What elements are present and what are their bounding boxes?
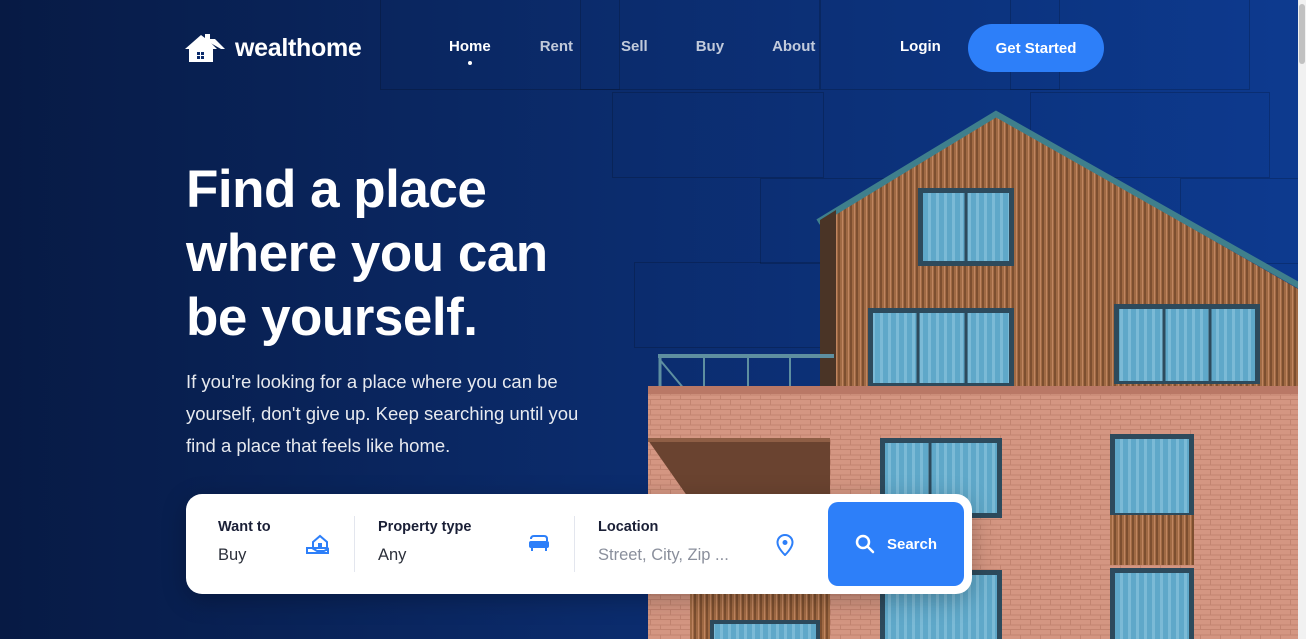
want-to-label: Want to	[218, 519, 271, 535]
main-nav: Home Rent Sell Buy About	[449, 38, 815, 55]
hero-subtext: If you're looking for a place where you …	[186, 366, 626, 462]
subtext-line: yourself, don't give up. Keep searching …	[186, 403, 579, 424]
search-icon	[855, 534, 875, 554]
field-divider	[574, 516, 575, 572]
sofa-icon	[529, 535, 549, 551]
headline-line: Find a place	[186, 160, 487, 219]
property-type-label: Property type	[378, 519, 472, 535]
property-type-field[interactable]: Property type Any	[378, 494, 550, 594]
property-type-value: Any	[378, 546, 407, 564]
nav-item-rent[interactable]: Rent	[540, 38, 573, 55]
scrollbar-thumb[interactable]	[1299, 4, 1305, 64]
hero-headline: Find a place where you can be yourself.	[186, 158, 646, 350]
nav-item-about[interactable]: About	[772, 38, 815, 55]
brand-name: wealthome	[235, 33, 362, 62]
want-to-value: Buy	[218, 546, 247, 564]
nav-item-buy[interactable]: Buy	[696, 38, 724, 55]
subtext-line: If you're looking for a place where you …	[186, 371, 558, 392]
map-pin-icon	[776, 534, 794, 556]
location-input[interactable]: Street, City, Zip ...	[598, 546, 729, 565]
want-to-field[interactable]: Want to Buy	[218, 494, 329, 594]
brand-logo[interactable]: wealthome	[185, 33, 362, 63]
field-divider	[354, 516, 355, 572]
search-button-label: Search	[886, 535, 938, 553]
subtext-line: find a place that feels like home.	[186, 435, 451, 456]
search-button[interactable]: Search	[828, 502, 964, 586]
nav-item-home[interactable]: Home	[449, 38, 491, 55]
house-logo-icon	[185, 34, 225, 62]
headline-line: where you can	[186, 224, 548, 283]
page-scrollbar[interactable]	[1298, 0, 1306, 639]
login-link[interactable]: Login	[900, 38, 941, 55]
get-started-button[interactable]: Get Started	[968, 24, 1104, 72]
property-search-bar: Want to Buy Property type Any Location S…	[186, 494, 972, 594]
hero-section: wealthome Home Rent Sell Buy About Login…	[0, 0, 1298, 639]
house-hand-icon	[306, 534, 329, 554]
nav-item-sell[interactable]: Sell	[621, 38, 648, 55]
headline-line: be yourself.	[186, 288, 478, 347]
location-label: Location	[598, 519, 659, 535]
location-field[interactable]: Location Street, City, Zip ...	[598, 494, 798, 594]
